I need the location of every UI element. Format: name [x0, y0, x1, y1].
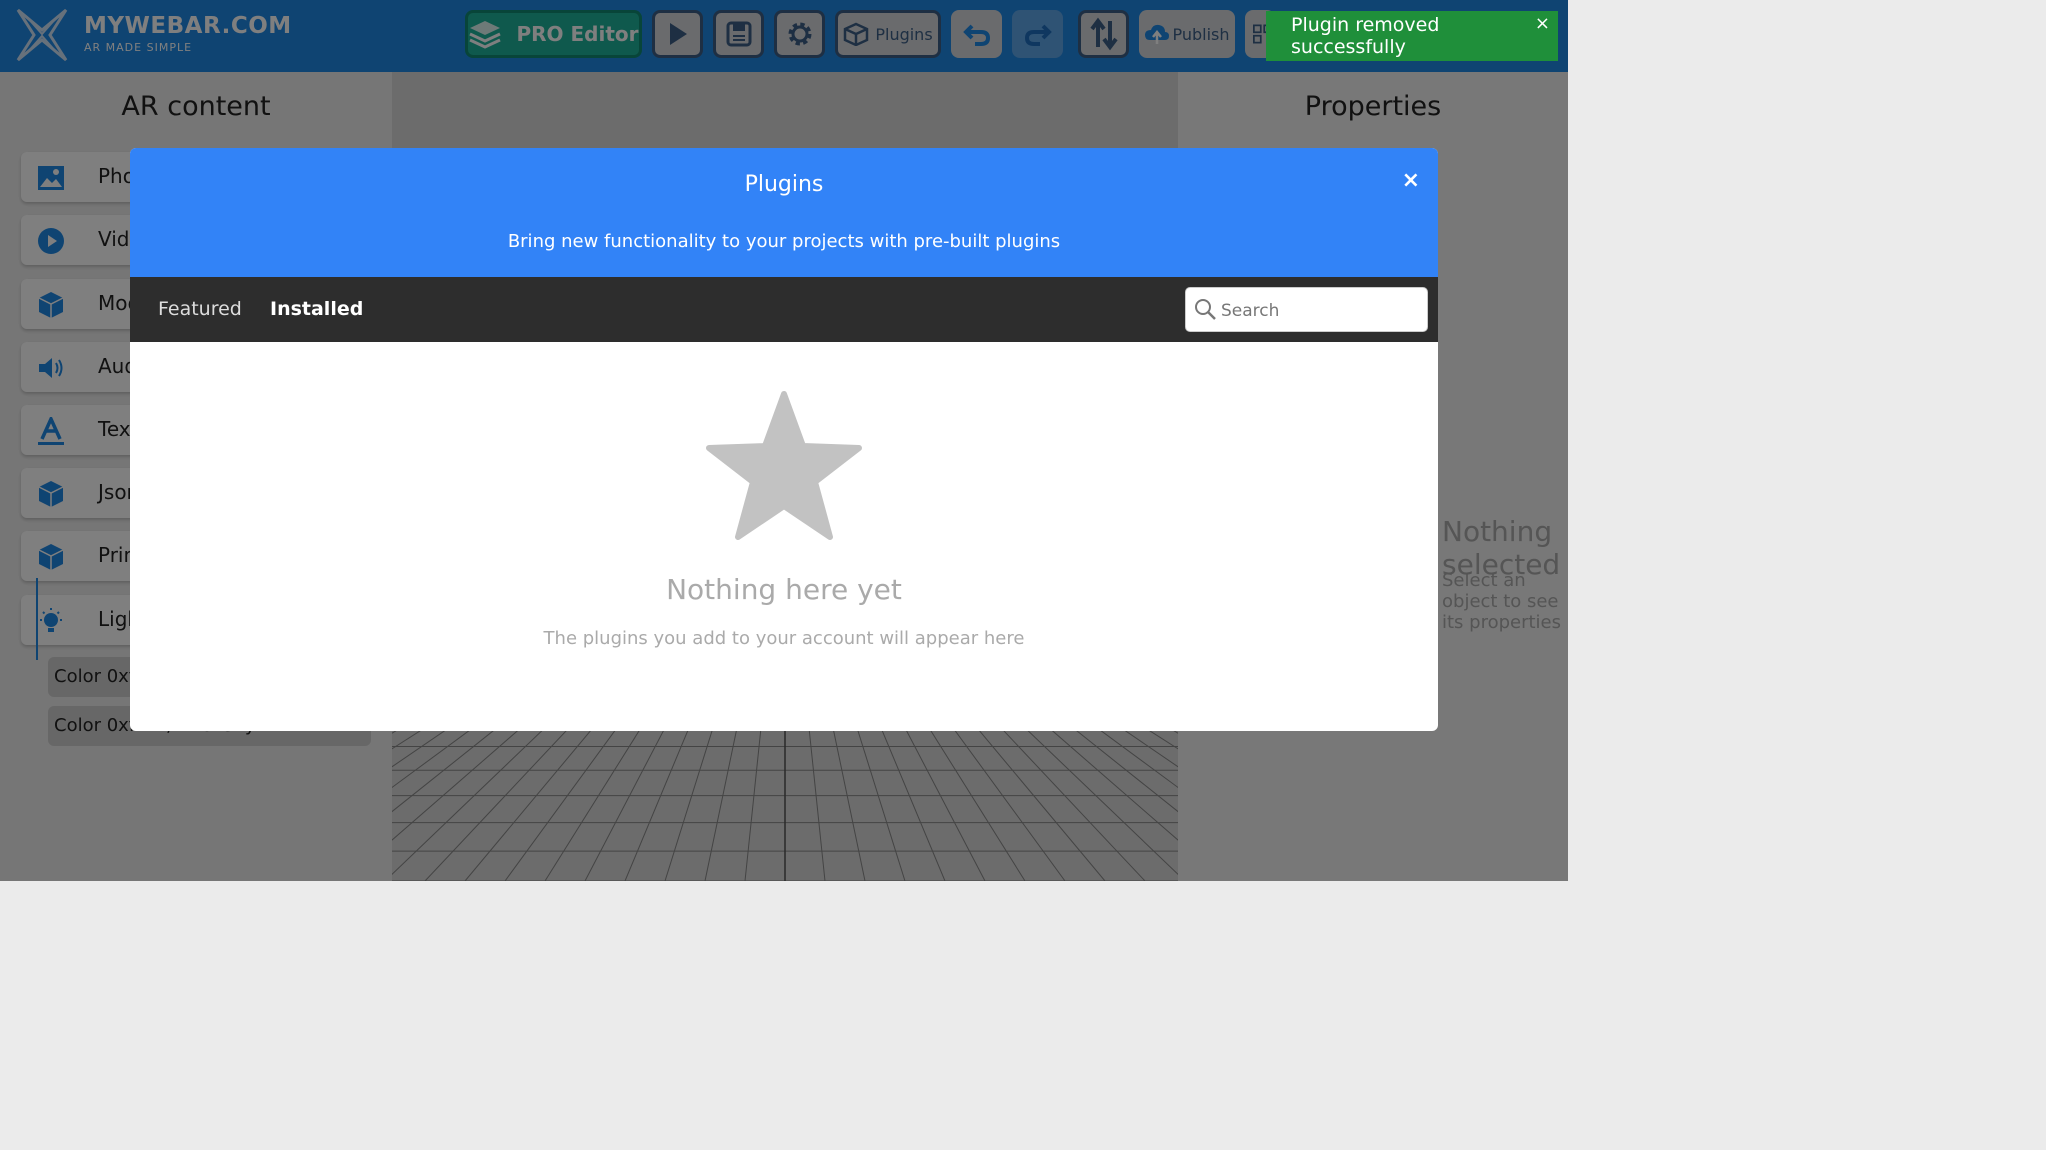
plugins-modal: Plugins Bring new functionality to your …	[130, 148, 1438, 731]
modal-subtitle: Bring new functionality to your projects…	[507, 231, 1061, 252]
toast-close-icon[interactable]: ×	[1535, 13, 1550, 34]
close-icon[interactable]: ×	[1402, 168, 1420, 193]
search-icon	[1195, 299, 1216, 320]
search-input[interactable]	[1219, 296, 1423, 326]
empty-state-title: Nothing here yet	[666, 573, 902, 606]
success-toast: Plugin removed successfully ×	[1266, 11, 1558, 61]
plugin-search[interactable]	[1185, 287, 1428, 332]
modal-title: Plugins	[744, 172, 824, 197]
tab-installed[interactable]: Installed	[270, 298, 363, 320]
modal-tab-bar: Featured Installed	[130, 277, 1438, 342]
toast-message: Plugin removed successfully	[1291, 14, 1440, 58]
tab-featured[interactable]: Featured	[158, 298, 242, 320]
modal-body: Nothing here yet The plugins you add to …	[130, 342, 1438, 731]
modal-header: Plugins Bring new functionality to your …	[130, 148, 1438, 277]
empty-state-subtitle: The plugins you add to your account will…	[543, 628, 1025, 649]
star-icon	[706, 391, 862, 540]
